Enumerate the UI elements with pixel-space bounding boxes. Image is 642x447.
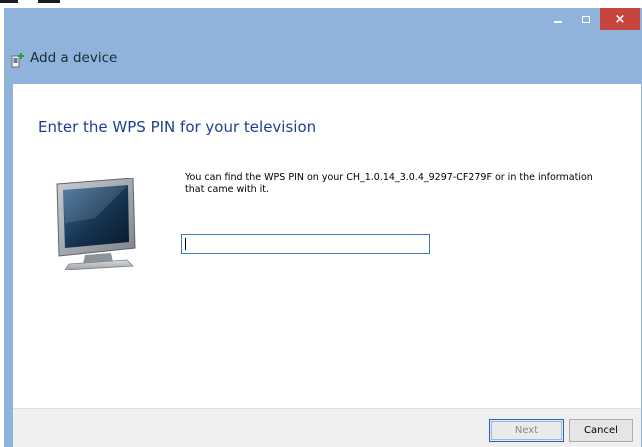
close-button[interactable]: × — [600, 8, 640, 30]
television-icon — [56, 178, 136, 270]
strip-mark-left — [0, 0, 18, 3]
strip-mark-right — [38, 0, 60, 3]
add-device-icon — [11, 53, 24, 68]
window-title: Add a device — [30, 50, 118, 66]
wps-pin-input[interactable] — [181, 234, 430, 254]
taskbar-strip — [0, 0, 642, 8]
content-pane: Enter the WPS PIN for your television Yo… — [13, 84, 641, 408]
next-button[interactable]: Next — [489, 419, 564, 442]
minimize-button[interactable] — [544, 8, 572, 30]
page-heading: Enter the WPS PIN for your television — [38, 118, 317, 136]
cancel-button[interactable]: Cancel — [569, 419, 633, 442]
button-bar: Next Cancel — [13, 408, 641, 447]
pin-instructions: You can find the WPS PIN on your CH_1.0.… — [185, 172, 593, 195]
text-cursor — [185, 238, 186, 250]
minimize-icon — [554, 21, 562, 23]
maximize-button[interactable] — [572, 8, 600, 30]
title-bar[interactable]: × Add a device — [4, 8, 642, 84]
add-device-window: × Add a device Enter the WPS PIN for you… — [4, 8, 642, 447]
maximize-icon — [582, 15, 590, 23]
